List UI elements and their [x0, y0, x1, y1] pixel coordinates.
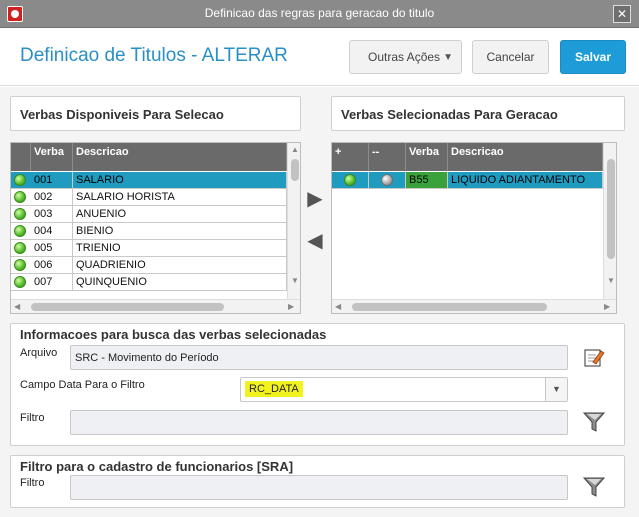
status-green-icon — [14, 191, 26, 203]
grid-header: + -- Verba Descricao — [332, 143, 603, 171]
horizontal-scrollbar[interactable]: ◀ ▶ — [11, 299, 300, 313]
cell-descricao: SALARIO — [73, 172, 287, 188]
column-header-descricao[interactable]: Descricao — [448, 143, 603, 171]
vertical-scrollbar[interactable]: ▼ — [603, 143, 616, 299]
arquivo-label: Arquivo — [20, 347, 58, 359]
cell-verba: 004 — [31, 223, 73, 239]
status-green-icon — [14, 174, 26, 186]
sra-section-title: Filtro para o cadastro de funcionarios [… — [20, 459, 294, 474]
cell-descricao: ANUENIO — [73, 206, 287, 222]
available-verbas-grid[interactable]: Verba Descricao 001 SALARIO 002 SALARIO … — [10, 142, 301, 314]
scroll-left-icon[interactable]: ◀ — [335, 302, 341, 311]
page-title: Definicao de Titulos - ALTERAR — [20, 45, 288, 66]
scroll-down-icon[interactable]: ▼ — [291, 276, 299, 285]
cell-descricao: BIENIO — [73, 223, 287, 239]
cell-verba: 006 — [31, 257, 73, 273]
cell-verba: B55 — [406, 172, 448, 188]
sra-filter-section: Filtro para o cadastro de funcionarios [… — [10, 455, 625, 508]
arquivo-field[interactable]: SRC - Movimento do Período — [70, 345, 568, 370]
cell-descricao: LIQUIDO ADIANTAMENTO — [448, 172, 603, 188]
remove-verba-arrow-icon[interactable]: ◀ — [307, 229, 323, 253]
filter-icon[interactable] — [582, 475, 606, 499]
cell-verba: 003 — [31, 206, 73, 222]
column-header-dash[interactable]: -- — [369, 143, 406, 171]
selected-verbas-grid[interactable]: + -- Verba Descricao B55 LIQUIDO ADIANTA… — [331, 142, 617, 314]
close-icon[interactable]: ✕ — [613, 5, 631, 23]
campo-data-value: RC_DATA — [245, 381, 303, 397]
status-green-icon — [14, 242, 26, 254]
vertical-scrollbar[interactable]: ▲ ▼ — [287, 143, 300, 299]
chevron-down-icon: ▼ — [443, 52, 453, 63]
cell-verba: 001 — [31, 172, 73, 188]
scroll-up-icon[interactable]: ▲ — [291, 145, 299, 154]
selected-verbas-title: Verbas Selecionadas Para Geracao — [331, 96, 625, 131]
scroll-down-icon[interactable]: ▼ — [607, 276, 615, 285]
scroll-right-icon[interactable]: ▶ — [288, 302, 294, 311]
sra-filtro-label: Filtro — [20, 477, 45, 489]
cell-dash — [369, 172, 406, 188]
campo-data-select[interactable]: RC_DATA ▼ — [240, 377, 568, 402]
save-button[interactable]: Salvar — [560, 40, 626, 74]
cell-descricao: TRIENIO — [73, 240, 287, 256]
filter-icon[interactable] — [582, 410, 606, 434]
more-actions-label: Outras Ações — [368, 50, 441, 64]
cell-verba: 005 — [31, 240, 73, 256]
table-row[interactable]: 004 BIENIO — [11, 223, 287, 240]
status-green-icon — [14, 276, 26, 288]
cell-descricao: SALARIO HORISTA — [73, 189, 287, 205]
cell-verba: 002 — [31, 189, 73, 205]
window-title: Definicao das regras para geracao do tit… — [204, 6, 435, 20]
available-verbas-title: Verbas Disponiveis Para Selecao — [10, 96, 301, 131]
status-green-icon — [14, 225, 26, 237]
main-content: Verbas Disponiveis Para Selecao Verba De… — [0, 87, 639, 517]
table-row[interactable]: B55 LIQUIDO ADIANTAMENTO — [332, 172, 603, 189]
page-header: Definicao de Titulos - ALTERAR Outras Aç… — [0, 28, 639, 86]
table-row[interactable]: 006 QUADRIENIO — [11, 257, 287, 274]
cell-descricao: QUINQUENIO — [73, 274, 287, 290]
edit-icon[interactable] — [582, 345, 606, 369]
table-row[interactable]: 007 QUINQUENIO — [11, 274, 287, 291]
scroll-right-icon[interactable]: ▶ — [604, 302, 610, 311]
table-row[interactable]: 005 TRIENIO — [11, 240, 287, 257]
cell-verba: 007 — [31, 274, 73, 290]
grid-header: Verba Descricao — [11, 143, 287, 171]
filtro-input[interactable] — [70, 410, 568, 435]
scroll-thumb[interactable] — [291, 159, 299, 181]
info-section-title: Informacoes para busca das verbas seleci… — [20, 327, 327, 342]
cell-descricao: QUADRIENIO — [73, 257, 287, 273]
scroll-thumb[interactable] — [607, 159, 615, 259]
cell-plus — [332, 172, 369, 188]
cancel-button[interactable]: Cancelar — [472, 40, 549, 74]
more-actions-button[interactable]: Outras Ações ▼ — [349, 40, 462, 74]
scroll-thumb[interactable] — [352, 303, 547, 311]
table-row[interactable]: 003 ANUENIO — [11, 206, 287, 223]
add-verba-arrow-icon[interactable]: ▶ — [307, 187, 323, 211]
table-row[interactable]: 001 SALARIO — [11, 172, 287, 189]
filtro-label: Filtro — [20, 412, 45, 424]
status-green-icon — [14, 259, 26, 271]
scroll-left-icon[interactable]: ◀ — [14, 302, 20, 311]
scroll-thumb[interactable] — [31, 303, 224, 311]
column-header-descricao[interactable]: Descricao — [73, 143, 287, 171]
column-header-verba[interactable]: Verba — [31, 143, 73, 171]
column-header-plus[interactable]: + — [332, 143, 369, 171]
info-section: Informacoes para busca das verbas seleci… — [10, 323, 625, 446]
table-row[interactable]: 002 SALARIO HORISTA — [11, 189, 287, 206]
campo-data-label: Campo Data Para o Filtro — [20, 379, 145, 391]
status-green-icon — [14, 208, 26, 220]
chevron-down-icon[interactable]: ▼ — [545, 378, 567, 401]
column-header-verba[interactable]: Verba — [406, 143, 448, 171]
horizontal-scrollbar[interactable]: ◀ ▶ — [332, 299, 616, 313]
window-titlebar: Definicao das regras para geracao do tit… — [0, 0, 639, 28]
sra-filtro-input[interactable] — [70, 475, 568, 500]
status-column-header — [11, 143, 31, 171]
